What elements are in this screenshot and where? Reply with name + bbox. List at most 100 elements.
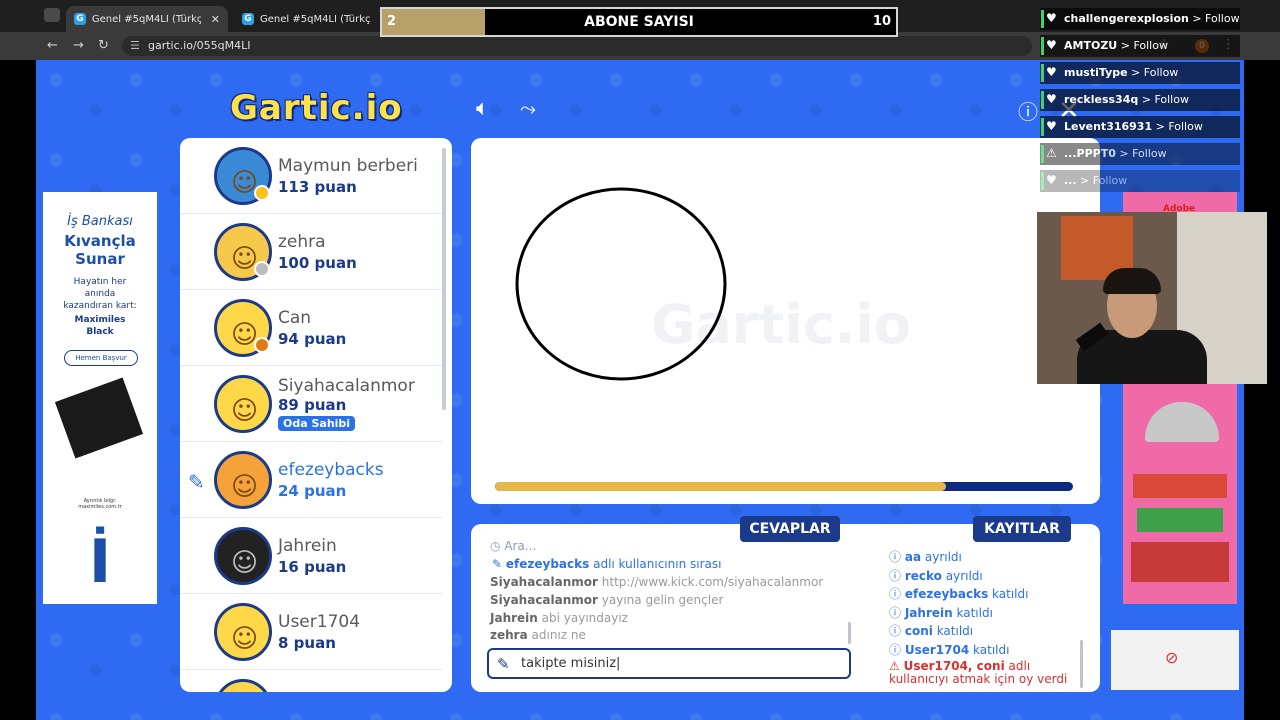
logs-scrollbar[interactable] bbox=[1080, 640, 1083, 688]
follow-alert: ♥ challengerexplosion > Follow bbox=[1040, 8, 1240, 30]
player-row[interactable]: ☺︎ Maymun berberi 113 puan bbox=[180, 138, 442, 214]
ad-cta-button[interactable]: Hemen Başvur bbox=[64, 350, 138, 366]
round-timer-bar bbox=[495, 482, 1073, 491]
player-row[interactable]: ☺︎ Can 94 puan bbox=[180, 290, 442, 366]
site-info-icon[interactable]: ☰ bbox=[130, 39, 140, 52]
answer-message: ✎ efezeybacks adlı kullanıcının sırası bbox=[492, 557, 722, 571]
info-icon[interactable]: ⓘ bbox=[1018, 96, 1038, 125]
info-icon: ⓘ bbox=[889, 624, 902, 638]
avatar-face-icon: ☺︎ bbox=[231, 472, 259, 502]
info-icon: ⓘ bbox=[889, 587, 902, 601]
ad-box-image bbox=[1133, 474, 1227, 498]
player-score: 100 puan bbox=[278, 254, 357, 272]
player-name: Maymun berberi bbox=[278, 156, 418, 176]
pencil-icon: ✎ bbox=[492, 557, 503, 571]
log-entry: ⓘ efezeybacks katıldı bbox=[889, 587, 1029, 601]
answer-message: Siyahacalanmor http://www.kick.com/siyah… bbox=[490, 575, 824, 589]
answers-title: CEVAPLAR bbox=[740, 516, 840, 542]
warning-icon: ⚠ bbox=[889, 659, 900, 673]
ad-dome-image bbox=[1145, 402, 1219, 442]
player-list-scrollbar[interactable] bbox=[442, 148, 446, 410]
player-score: 94 puan bbox=[278, 330, 347, 348]
ad-box-image bbox=[1131, 542, 1229, 582]
heart-icon: ♥ bbox=[1046, 38, 1057, 52]
answer-message: Jahrein abi yayındayız bbox=[490, 611, 628, 625]
follow-alert: ⚠ ...PPPT0 > Follow bbox=[1040, 143, 1240, 165]
avatar: ☺︎ bbox=[214, 375, 272, 433]
drawn-circle bbox=[515, 187, 727, 381]
browser-tab-1[interactable]: G Genel #5qM4LI (Türkçe) - Gartic ✕ bbox=[66, 6, 228, 32]
no-entry-icon: ⊘ bbox=[1165, 648, 1179, 667]
tab-search-icon[interactable] bbox=[44, 8, 60, 22]
ad-brand: İş Bankası bbox=[67, 214, 133, 229]
avatar-face-icon: ☺︎ bbox=[231, 548, 259, 578]
info-icon: ⓘ bbox=[889, 606, 902, 620]
sound-icon[interactable]: 🔈︎ bbox=[476, 96, 489, 121]
answer-message: ◷ Ara... bbox=[490, 539, 537, 553]
player-name: zehra bbox=[278, 232, 326, 252]
sub-goal-bar: ABONE SAYISI 2 10 bbox=[380, 7, 898, 37]
gartic-logo[interactable]: Gartic.io bbox=[230, 88, 403, 128]
player-row-partial[interactable] bbox=[180, 670, 442, 692]
round-timer-fill bbox=[495, 482, 946, 491]
player-name: User1704 bbox=[278, 612, 361, 632]
card-image bbox=[54, 377, 144, 459]
browser-tab-2[interactable]: G Genel #5qM4LI (Türkçe) - Gartic bbox=[234, 6, 384, 32]
answer-message: Siyahacalanmor yayına gelin gençler bbox=[490, 593, 724, 607]
player-row[interactable]: ☺︎ Siyahacalanmor 89 puan Oda Sahibi bbox=[180, 366, 442, 442]
clock-icon: ◷ bbox=[490, 539, 501, 553]
follow-alert: ♥ mustiType > Follow bbox=[1040, 62, 1240, 84]
ad-body: Hayatın her anında kazandıran kart: bbox=[63, 277, 137, 311]
player-score: 24 puan bbox=[278, 482, 347, 500]
answer-input[interactable]: ✎ takipte misiniz| bbox=[487, 648, 851, 679]
tab-title: Genel #5qM4LI (Türkçe) - Gartic bbox=[260, 13, 370, 25]
follow-alert: ♥ Levent316931 > Follow bbox=[1040, 116, 1240, 138]
info-icon: ⓘ bbox=[889, 569, 902, 583]
status-dot bbox=[254, 185, 270, 201]
isbank-logo-icon: İ bbox=[88, 527, 112, 597]
info-icon: ⓘ bbox=[889, 550, 902, 564]
share-icon[interactable]: ⤳ bbox=[520, 96, 536, 120]
player-score: 8 puan bbox=[278, 634, 336, 652]
log-entry: ⓘ Jahrein katıldı bbox=[889, 606, 993, 620]
player-row[interactable]: ☺︎ User1704 8 puan bbox=[180, 594, 442, 670]
player-row[interactable]: ☺︎ zehra 100 puan bbox=[180, 214, 442, 290]
logs-title: KAYITLAR bbox=[973, 516, 1071, 542]
sub-goal-target: 10 bbox=[872, 14, 891, 29]
avatar bbox=[214, 679, 272, 692]
player-row[interactable]: ✎ ☺︎ efezeybacks 24 puan bbox=[180, 442, 442, 518]
stream-widget: ⊘ bbox=[1111, 630, 1239, 690]
answer-input-value: takipte misiniz bbox=[521, 656, 617, 671]
status-dot bbox=[254, 337, 270, 353]
answers-scrollbar[interactable] bbox=[848, 622, 851, 644]
avatar: ☺︎ bbox=[214, 527, 272, 585]
webcam-overlay bbox=[1037, 212, 1267, 384]
follow-alert: ♥ reckless34q > Follow bbox=[1040, 89, 1240, 111]
vote-kick-alert: ⚠ User1704, coni adlı kullanıcıyı atmak … bbox=[889, 659, 1068, 686]
ad-left[interactable]: İş Bankası Kıvançla Sunar Hayatın her an… bbox=[43, 192, 157, 604]
drawing-canvas[interactable]: Gartic.io bbox=[471, 138, 1100, 504]
url-field[interactable]: ☰ gartic.io/055qM4LI bbox=[122, 36, 1032, 56]
reload-icon[interactable]: ↻ bbox=[98, 38, 109, 53]
streamer-hair bbox=[1103, 268, 1161, 294]
log-entry: ⓘ aa ayrıldı bbox=[889, 550, 962, 564]
status-dot bbox=[254, 261, 270, 277]
follow-alert: ♥... > Follow bbox=[1040, 170, 1240, 192]
avatar-face-icon: ☺︎ bbox=[231, 396, 259, 426]
gartic-favicon-icon: G bbox=[74, 13, 86, 25]
follow-alert: ♥ AMTOZU > Follow bbox=[1040, 35, 1240, 57]
player-row[interactable]: ☺︎ Jahrein 16 puan bbox=[180, 518, 442, 594]
ad-footer: Ayrıntılı bilgi: maximiles.com.tr bbox=[78, 498, 122, 510]
player-score: 89 puan bbox=[278, 396, 347, 414]
close-icon[interactable]: ✕ bbox=[211, 13, 220, 26]
info-icon: ⓘ bbox=[889, 643, 902, 657]
tab-title: Genel #5qM4LI (Türkçe) - Gartic bbox=[91, 13, 201, 25]
sub-goal-label: ABONE SAYISI bbox=[584, 14, 694, 30]
gartic-favicon-icon: G bbox=[242, 13, 254, 25]
heart-icon: ♥ bbox=[1046, 92, 1057, 106]
back-icon[interactable]: ← bbox=[47, 38, 58, 53]
pencil-icon: ✎ bbox=[188, 470, 205, 494]
forward-icon[interactable]: → bbox=[73, 38, 84, 53]
screen: G Genel #5qM4LI (Türkçe) - Gartic ✕ G Ge… bbox=[0, 0, 1280, 720]
url-text: gartic.io/055qM4LI bbox=[148, 39, 251, 52]
